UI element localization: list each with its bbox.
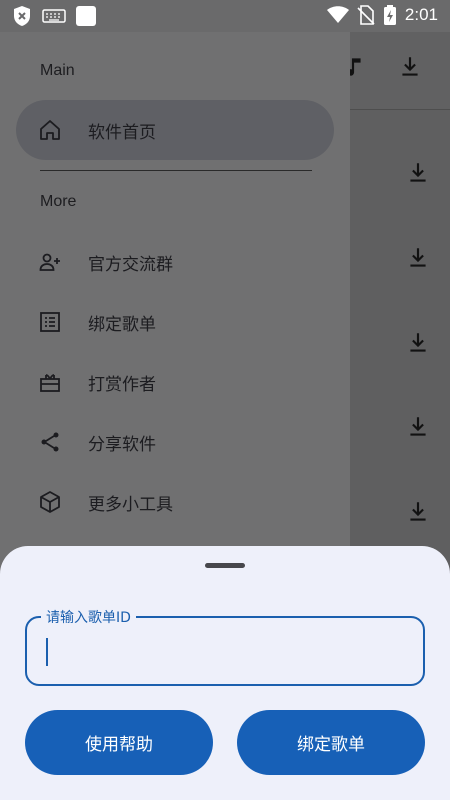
gift-icon	[38, 370, 62, 394]
bind-playlist-button[interactable]: 绑定歌单	[237, 710, 425, 775]
keyboard-icon	[42, 9, 66, 23]
nav-item-label: 官方交流群	[88, 254, 173, 275]
wifi-icon	[326, 6, 349, 23]
nav-item-more-tools[interactable]: 更多小工具	[16, 474, 334, 530]
drawer-divider	[40, 170, 312, 171]
nav-item-share[interactable]: 分享软件	[16, 414, 334, 470]
status-time: 2:01	[404, 5, 438, 24]
status-bar: 2:01	[0, 0, 450, 32]
app-square-icon	[76, 6, 96, 26]
cube-icon	[38, 490, 62, 514]
shield-x-icon	[14, 6, 30, 26]
download-icon[interactable]	[405, 499, 431, 525]
bottom-sheet: 请输入歌单ID 使用帮助 绑定歌单	[0, 546, 450, 800]
nav-item-label: 分享软件	[88, 434, 156, 455]
nav-item-label: 打赏作者	[88, 374, 156, 395]
share-icon	[38, 430, 62, 454]
add-person-icon	[38, 250, 62, 274]
home-icon	[38, 118, 62, 142]
download-icon	[402, 57, 418, 76]
download-icon[interactable]	[405, 160, 431, 186]
list-icon	[38, 310, 62, 334]
playlist-id-input[interactable]	[27, 618, 423, 684]
download-icon[interactable]	[405, 245, 431, 271]
download-icon[interactable]	[405, 414, 431, 440]
nav-item-tip-author[interactable]: 打赏作者	[16, 354, 334, 410]
no-sim-icon	[357, 5, 375, 25]
battery-charging-icon	[383, 5, 396, 25]
nav-item-home[interactable]: 软件首页	[16, 102, 334, 158]
drag-handle[interactable]	[205, 563, 245, 568]
nav-item-bind-playlist[interactable]: 绑定歌单	[16, 294, 334, 350]
nav-item-label: 更多小工具	[88, 494, 173, 515]
help-button[interactable]: 使用帮助	[25, 710, 213, 775]
nav-item-label: 绑定歌单	[88, 314, 156, 335]
playlist-id-label: 请输入歌单ID	[41, 607, 136, 627]
section-title-more: More	[40, 193, 77, 210]
text-cursor	[46, 638, 48, 666]
section-title-main: Main	[40, 62, 75, 79]
nav-item-label: 软件首页	[88, 122, 156, 143]
nav-item-group[interactable]: 官方交流群	[16, 234, 334, 290]
download-icon[interactable]	[405, 330, 431, 356]
